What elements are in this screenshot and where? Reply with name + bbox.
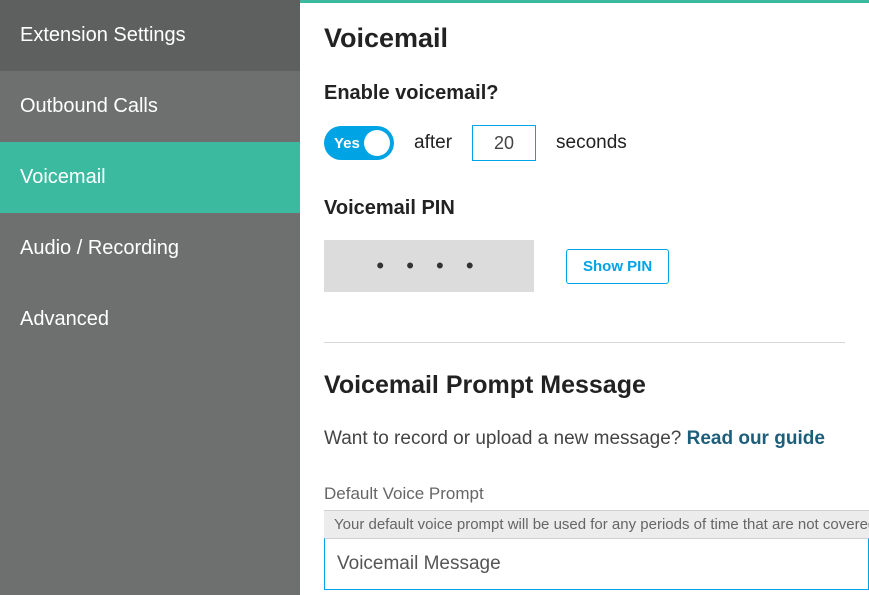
sidebar-item-voicemail[interactable]: Voicemail [0,142,300,213]
sidebar-item-outbound-calls[interactable]: Outbound Calls [0,71,300,142]
voicemail-select-value: Voicemail Message [337,553,501,574]
seconds-input[interactable] [472,125,536,161]
divider [324,342,845,343]
voicemail-message-select[interactable]: Voicemail Message [324,538,869,590]
voicemail-pin-label: Voicemail PIN [324,197,869,220]
main-content: Voicemail Enable voicemail? Yes after se… [300,0,869,595]
prompt-text-prefix: Want to record or upload a new message? [324,428,687,449]
show-pin-button[interactable]: Show PIN [566,249,669,284]
sidebar-item-label: Outbound Calls [20,95,158,117]
toggle-knob [364,130,390,156]
sidebar-item-label: Advanced [20,308,109,330]
pin-display: • • • • [324,240,534,292]
voicemail-prompt-title: Voicemail Prompt Message [324,371,869,400]
after-label: after [414,132,452,154]
sidebar-item-audio-recording[interactable]: Audio / Recording [0,213,300,284]
page-title: Voicemail [324,23,869,54]
default-voice-prompt-label: Default Voice Prompt [324,484,869,504]
prompt-help-text: Want to record or upload a new message? … [324,428,869,450]
seconds-label: seconds [556,132,627,154]
sidebar-item-label: Extension Settings [20,24,186,46]
sidebar: Extension Settings Outbound Calls Voicem… [0,0,300,595]
sidebar-item-advanced[interactable]: Advanced [0,284,300,355]
enable-voicemail-label: Enable voicemail? [324,82,869,105]
sidebar-item-label: Audio / Recording [20,237,179,259]
sidebar-item-extension-settings[interactable]: Extension Settings [0,0,300,71]
voicemail-toggle[interactable]: Yes [324,126,394,160]
toggle-text: Yes [334,135,360,152]
voicemail-pin-row: • • • • Show PIN [324,240,869,292]
default-voice-prompt-info: Your default voice prompt will be used f… [324,510,869,538]
read-guide-link[interactable]: Read our guide [687,428,825,449]
enable-voicemail-row: Yes after seconds [324,125,869,161]
sidebar-item-label: Voicemail [20,166,106,188]
